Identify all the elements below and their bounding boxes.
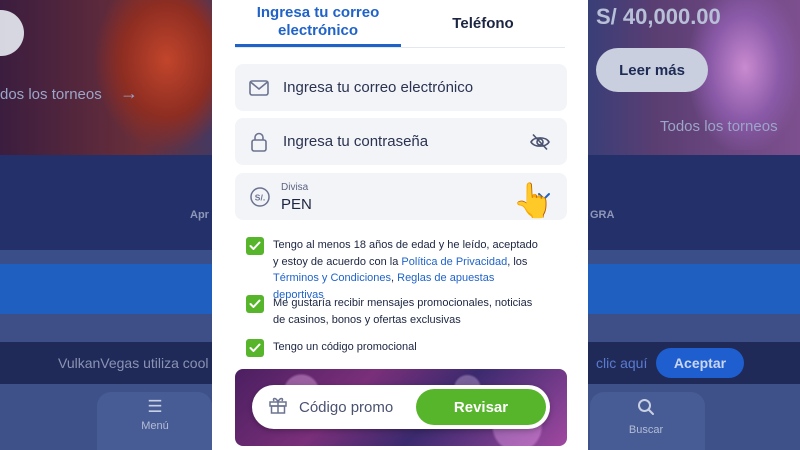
nav-search-label: Buscar (628, 424, 664, 436)
email-field[interactable]: Ingresa tu correo electrónico (235, 64, 567, 111)
password-placeholder: Ingresa tu contraseña (283, 133, 429, 150)
eye-slash-icon[interactable] (529, 131, 551, 153)
nav-menu-label: Menú (141, 420, 169, 432)
promo-messages-text: Me gustaría recibir mensajes promocional… (273, 297, 533, 326)
terms-text: Tengo al menos 18 años de edad y he leíd… (273, 237, 546, 303)
promo-messages-checkbox-row: Me gustaría recibir mensajes promocional… (246, 295, 546, 328)
promo-code-input[interactable]: Código promo Revisar (252, 385, 550, 429)
terms-checkbox-row: Tengo al menos 18 años de edad y he leíd… (246, 237, 546, 303)
promo-code-checkbox[interactable] (246, 339, 264, 357)
lock-icon (249, 132, 269, 152)
hamburger-icon: ☰ (147, 397, 163, 416)
currency-sol-icon: S/. (249, 186, 271, 213)
currency-label: Divisa (281, 182, 309, 193)
cookie-link: clic aquí (596, 355, 648, 371)
search-icon (606, 398, 686, 420)
svg-text:S/.: S/. (255, 193, 265, 203)
promo-code-text: Tengo un código promocional (273, 341, 417, 353)
band-text-left: Apr (190, 209, 209, 221)
dragon-artwork (95, 0, 225, 150)
promo-messages-checkbox[interactable] (246, 295, 264, 313)
accept-cookies-button: Aceptar (656, 348, 744, 378)
envelope-icon (249, 78, 269, 98)
all-tournaments-link-left: dos los torneos (0, 86, 102, 103)
login-method-tabs: Ingresa tu correo electrónico Teléfono (235, 0, 565, 48)
terms-mid: , los (507, 255, 528, 268)
privacy-policy-link[interactable]: Política de Privacidad (401, 256, 507, 268)
read-more-button: Leer más (596, 48, 708, 92)
jackpot-amount: S/ 40,000.00 (596, 4, 721, 29)
band-text-right: GRA (590, 209, 615, 221)
nav-search-item: Buscar (606, 398, 686, 436)
check-promo-button[interactable]: Revisar (416, 389, 546, 425)
password-field[interactable]: Ingresa tu contraseña (235, 118, 567, 165)
terms-conditions-link[interactable]: Términos y Condiciones (273, 272, 391, 284)
promo-code-placeholder: Código promo (299, 398, 394, 416)
registration-modal: Ingresa tu correo electrónico Teléfono I… (212, 0, 588, 450)
tab-email[interactable]: Ingresa tu correo electrónico (235, 0, 401, 47)
currency-value: PEN (281, 196, 312, 213)
gift-icon (268, 395, 288, 420)
all-tournaments-link-right: Todos los torneos (660, 118, 778, 135)
promo-code-panel: Código promo Revisar (235, 369, 567, 446)
promo-code-checkbox-row: Tengo un código promocional (246, 339, 546, 357)
email-placeholder: Ingresa tu correo electrónico (283, 79, 474, 96)
arrow-right-icon: → (120, 83, 138, 103)
nav-menu-item: ☰ Menú (115, 397, 195, 433)
pointer-hand-icon: 👆 (512, 182, 555, 220)
terms-checkbox[interactable] (246, 237, 264, 255)
tab-phone[interactable]: Teléfono (401, 0, 565, 47)
cookie-text: VulkanVegas utiliza cool (58, 355, 209, 371)
